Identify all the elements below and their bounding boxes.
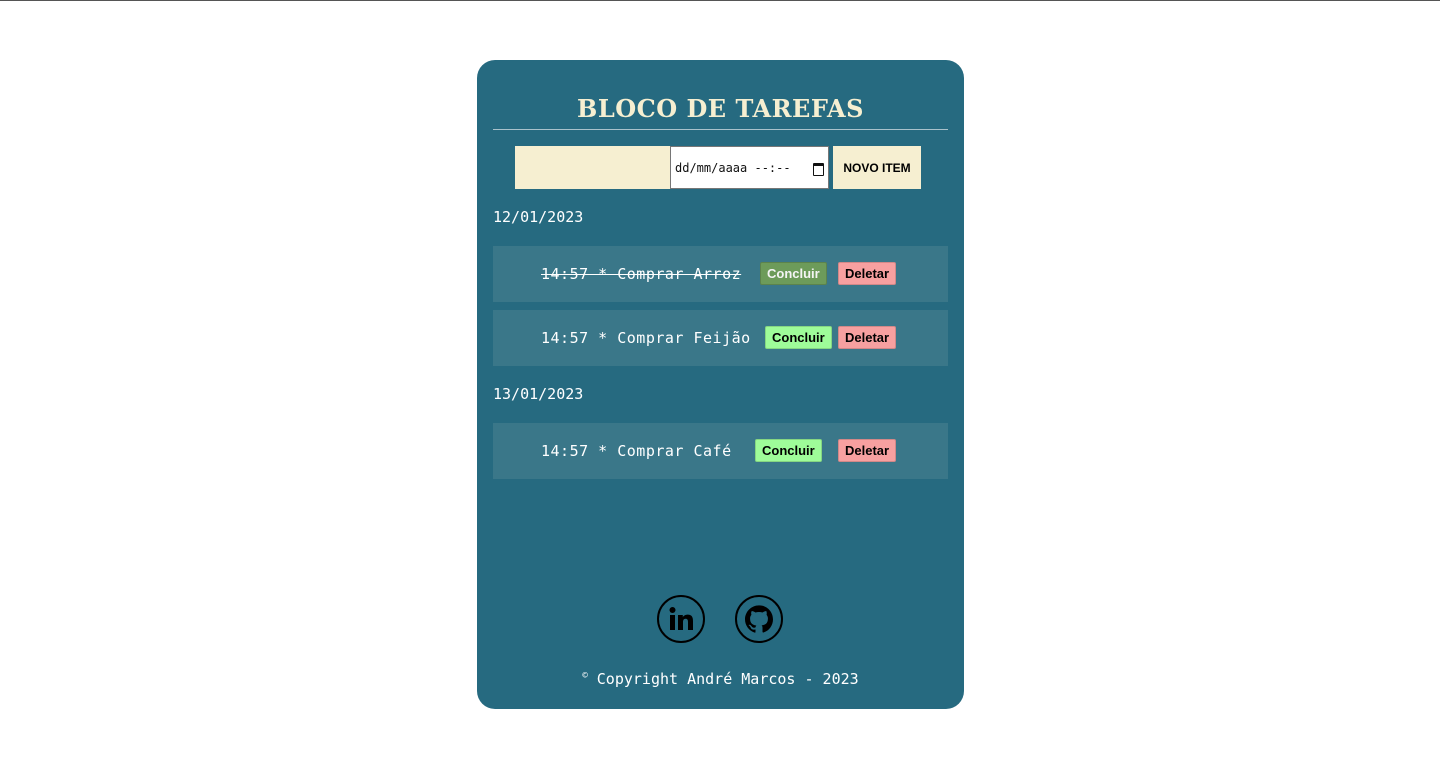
task-input[interactable] xyxy=(515,146,670,189)
new-item-button[interactable]: NOVO ITEM xyxy=(833,146,921,189)
title-divider xyxy=(493,129,948,130)
copyright-text: Copyright André Marcos - 2023 xyxy=(587,670,859,688)
linkedin-icon[interactable] xyxy=(657,595,705,643)
conclude-button[interactable]: Concluir xyxy=(765,326,832,349)
conclude-button[interactable]: Concluir xyxy=(755,439,822,462)
calendar-icon[interactable] xyxy=(813,162,824,176)
date-heading: 12/01/2023 xyxy=(493,208,584,226)
conclude-button[interactable]: Concluir xyxy=(760,262,827,285)
task-text: 14:57 * Comprar Arroz xyxy=(541,265,742,283)
page-title: BLOCO DE TAREFAS xyxy=(577,94,864,123)
task-row: 14:57 * Comprar Café Concluir Deletar xyxy=(493,423,948,479)
delete-button[interactable]: Deletar xyxy=(838,262,897,285)
task-text: 14:57 * Comprar Café xyxy=(541,442,732,460)
delete-button[interactable]: Deletar xyxy=(838,326,897,349)
github-icon[interactable] xyxy=(735,595,783,643)
linkedin-glyph xyxy=(669,607,693,630)
datetime-input[interactable]: dd/mm/aaaa --:-- xyxy=(670,146,829,189)
datetime-placeholder: dd/mm/aaaa --:-- xyxy=(675,160,791,175)
github-glyph xyxy=(745,605,773,633)
date-heading: 13/01/2023 xyxy=(493,385,584,403)
task-text: 14:57 * Comprar Feijão xyxy=(541,329,751,347)
todo-card: BLOCO DE TAREFAS dd/mm/aaaa --:-- NOVO I… xyxy=(477,60,964,709)
delete-button[interactable]: Deletar xyxy=(838,439,897,462)
task-row: 14:57 * Comprar Arroz Concluir Deletar xyxy=(493,246,948,302)
top-divider xyxy=(0,0,1440,1)
task-row: 14:57 * Comprar Feijão Concluir Deletar xyxy=(493,310,948,366)
footer-copyright: © Copyright André Marcos - 2023 xyxy=(493,670,948,688)
